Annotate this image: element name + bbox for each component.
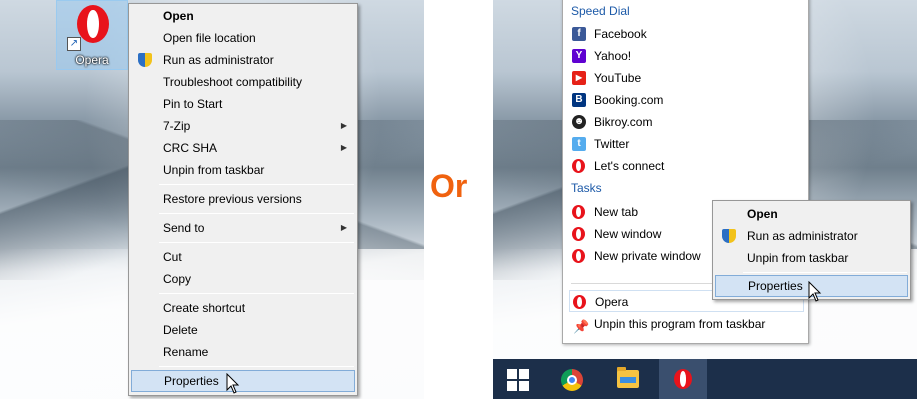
jump-item-label: Bikroy.com	[594, 115, 653, 129]
start-button[interactable]	[493, 359, 541, 399]
or-divider-text: Or	[430, 168, 468, 204]
menu-item-run-as-administrator[interactable]: Run as administrator	[131, 49, 355, 71]
menu-item-pin-to-start[interactable]: Pin to Start	[131, 93, 355, 115]
menu-item-7zip[interactable]: 7-Zip ▶	[131, 115, 355, 137]
yahoo-icon: Y	[572, 49, 586, 63]
taskbar-chrome[interactable]	[547, 359, 595, 399]
menu-item-restore-previous-versions[interactable]: Restore previous versions	[131, 188, 355, 210]
menu-separator	[159, 242, 354, 243]
jump-item-facebook[interactable]: f Facebook	[569, 23, 804, 45]
mouse-pointer-icon	[808, 281, 822, 302]
opera-desktop-shortcut[interactable]: ↗ Opera	[56, 0, 128, 70]
jump-item-label: Twitter	[594, 137, 630, 151]
tasks-heading: Tasks	[571, 181, 602, 195]
menu-item-properties[interactable]: Properties	[131, 370, 355, 392]
bikroy-icon: ☻	[572, 115, 586, 129]
mouse-pointer-icon	[226, 373, 240, 394]
menu-item-unpin-from-taskbar[interactable]: Unpin from taskbar	[131, 159, 355, 181]
opera-icon	[573, 295, 586, 309]
menu-item-troubleshoot-compatibility[interactable]: Troubleshoot compatibility	[131, 71, 355, 93]
start-icon	[507, 369, 529, 391]
menu-separator	[743, 272, 907, 273]
jump-item-label: YouTube	[594, 71, 642, 85]
menu-item-crc-sha[interactable]: CRC SHA ▶	[131, 137, 355, 159]
menu-item-open-file-location[interactable]: Open file location	[131, 27, 355, 49]
menu-item-open[interactable]: Open	[131, 5, 355, 27]
uac-shield-icon	[138, 53, 152, 67]
submenu-arrow-icon: ▶	[340, 121, 347, 130]
speed-dial-heading: Speed Dial	[571, 4, 630, 18]
jump-item-youtube[interactable]: ▶ YouTube	[569, 67, 804, 89]
jump-item-label: Yahoo!	[594, 49, 632, 63]
submenu-arrow-icon: ▶	[340, 143, 347, 152]
menu-item-open[interactable]: Open	[715, 203, 908, 225]
jump-item-label: New private window	[594, 249, 701, 263]
left-desktop-screenshot: ↗ Opera Open Open file location Run as a…	[0, 0, 424, 399]
shortcut-context-menu: Open Open file location Run as administr…	[128, 3, 358, 396]
twitter-icon: t	[572, 137, 586, 151]
menu-item-label: CRC SHA	[163, 141, 218, 155]
file-explorer-icon	[617, 367, 639, 388]
submenu-arrow-icon: ▶	[340, 223, 347, 232]
opera-icon	[572, 159, 585, 173]
menu-item-copy[interactable]: Copy	[131, 268, 355, 290]
menu-separator	[159, 184, 354, 185]
jump-item-label: Unpin this program from taskbar	[594, 317, 766, 331]
menu-item-unpin-from-taskbar[interactable]: Unpin from taskbar	[715, 247, 908, 269]
jump-item-label: Facebook	[594, 27, 647, 41]
menu-item-rename[interactable]: Rename	[131, 341, 355, 363]
menu-item-label: Run as administrator	[163, 53, 274, 67]
right-taskbar-screenshot: Speed Dial f Facebook Y Yahoo! ▶ YouTube…	[493, 0, 917, 399]
menu-item-label: Run as administrator	[747, 229, 858, 243]
jump-item-yahoo[interactable]: Y Yahoo!	[569, 45, 804, 67]
jump-item-label: New window	[594, 227, 662, 241]
jump-item-unpin-program[interactable]: 📌 Unpin this program from taskbar	[569, 313, 804, 335]
pin-icon: 📌	[573, 319, 590, 334]
uac-shield-icon	[722, 229, 736, 243]
taskbar-opera[interactable]	[659, 359, 707, 399]
desktop-icon-label: Opera	[75, 53, 109, 67]
shortcut-arrow-icon: ↗	[67, 37, 81, 51]
chrome-icon	[561, 369, 583, 391]
menu-separator	[159, 366, 354, 367]
menu-item-send-to[interactable]: Send to ▶	[131, 217, 355, 239]
youtube-icon: ▶	[572, 71, 586, 85]
opera-icon	[77, 5, 109, 43]
opera-icon	[572, 249, 585, 263]
menu-separator	[159, 213, 354, 214]
jump-item-booking[interactable]: B Booking.com	[569, 89, 804, 111]
jump-item-label: Opera	[595, 295, 629, 309]
menu-item-label: 7-Zip	[163, 119, 191, 133]
jump-item-label: Let's connect	[594, 159, 665, 173]
opera-icon	[674, 369, 692, 389]
menu-item-cut[interactable]: Cut	[131, 246, 355, 268]
jump-item-lets-connect[interactable]: Let's connect	[569, 155, 804, 177]
menu-item-label: Send to	[163, 221, 205, 235]
menu-item-delete[interactable]: Delete	[131, 319, 355, 341]
taskbar	[493, 359, 917, 399]
opera-icon	[572, 227, 585, 241]
menu-item-create-shortcut[interactable]: Create shortcut	[131, 297, 355, 319]
jump-item-bikroy[interactable]: ☻ Bikroy.com	[569, 111, 804, 133]
jump-item-label: New tab	[594, 205, 639, 219]
taskbar-file-explorer[interactable]	[603, 359, 651, 399]
menu-separator	[159, 293, 354, 294]
jump-item-label: Booking.com	[594, 93, 664, 107]
facebook-icon: f	[572, 27, 586, 41]
jump-item-twitter[interactable]: t Twitter	[569, 133, 804, 155]
booking-icon: B	[572, 93, 586, 107]
opera-icon	[572, 205, 585, 219]
menu-item-run-as-administrator[interactable]: Run as administrator	[715, 225, 908, 247]
